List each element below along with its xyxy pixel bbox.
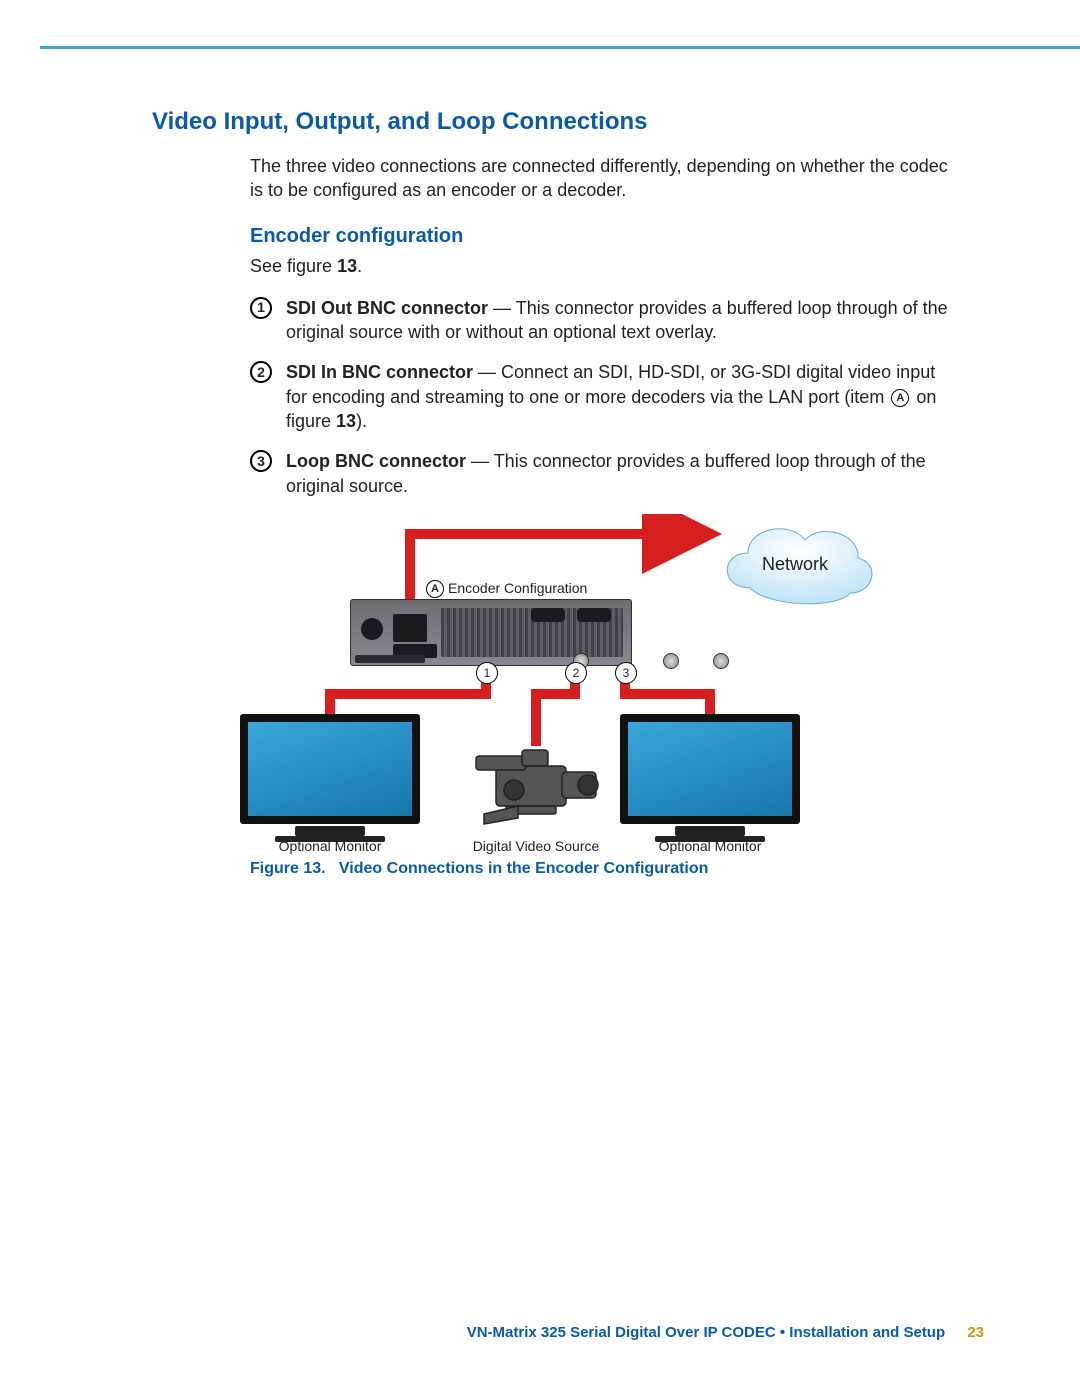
numbered-item-list: 1 SDI Out BNC connector — This connector… bbox=[250, 296, 952, 498]
monitor-left-label: Optional Monitor bbox=[240, 838, 420, 854]
inline-figure-ref: 13 bbox=[336, 411, 356, 431]
content-area: Video Input, Output, and Loop Connection… bbox=[152, 108, 952, 878]
figure-number: Figure 13. bbox=[250, 860, 326, 877]
figure-title: Video Connections in the Encoder Configu… bbox=[339, 860, 709, 877]
serial-port-icon bbox=[577, 608, 611, 622]
footer-text: VN-Matrix 325 Serial Digital Over IP COD… bbox=[467, 1324, 945, 1341]
encoder-config-label: Encoder Configuration bbox=[448, 580, 587, 596]
item-number-icon: 2 bbox=[250, 361, 272, 383]
inline-ref-letter-icon: A bbox=[891, 389, 909, 407]
item-1: 1 SDI Out BNC connector — This connector… bbox=[250, 296, 952, 345]
see-prefix: See figure bbox=[250, 256, 337, 276]
subsection-heading: Encoder configuration bbox=[250, 225, 952, 248]
page-number: 23 bbox=[967, 1324, 984, 1341]
see-suffix: . bbox=[357, 256, 362, 276]
encoder-letter-icon: A bbox=[426, 580, 444, 598]
bnc-connector-icon bbox=[663, 653, 679, 669]
item-2: 2 SDI In BNC connector — Connect an SDI,… bbox=[250, 360, 952, 433]
item-title: Loop BNC connector bbox=[286, 451, 466, 471]
item-title: SDI In BNC connector bbox=[286, 362, 473, 382]
item-text-c: ). bbox=[356, 411, 367, 431]
page: Video Input, Output, and Loop Connection… bbox=[0, 0, 1080, 1397]
item-dash: — bbox=[488, 298, 516, 318]
see-figure-line: See figure 13. bbox=[250, 254, 952, 278]
encoder-config-annotation: AEncoder Configuration bbox=[424, 580, 587, 598]
item-number-icon: 3 bbox=[250, 450, 272, 472]
figure-caption: Figure 13. Video Connections in the Enco… bbox=[250, 860, 952, 878]
item-3: 3 Loop BNC connector — This connector pr… bbox=[250, 449, 952, 498]
camera-icon bbox=[466, 746, 606, 830]
figure-wrapper: Network AEncoder Configuration bbox=[250, 514, 952, 878]
sfp-slot-icon bbox=[393, 644, 437, 658]
figure-13: Network AEncoder Configuration bbox=[250, 514, 870, 854]
monitor-right-label: Optional Monitor bbox=[620, 838, 800, 854]
item-number-icon: 1 bbox=[250, 297, 272, 319]
cloud-label: Network bbox=[710, 554, 880, 575]
callout-1-icon: 1 bbox=[476, 662, 498, 684]
callout-3-icon: 3 bbox=[615, 662, 637, 684]
monitor-left-icon bbox=[240, 714, 420, 842]
lan-port-icon bbox=[393, 614, 427, 642]
monitor-right-icon bbox=[620, 714, 800, 842]
power-port-icon bbox=[361, 618, 383, 640]
intro-paragraph: The three video connections are connecte… bbox=[250, 154, 952, 203]
network-cloud-icon: Network bbox=[710, 508, 880, 618]
page-footer: VN-Matrix 325 Serial Digital Over IP COD… bbox=[0, 1324, 984, 1341]
camera-label: Digital Video Source bbox=[446, 838, 626, 854]
item-dash: — bbox=[473, 362, 501, 382]
header-rule bbox=[40, 46, 1080, 49]
callout-2-icon: 2 bbox=[565, 662, 587, 684]
serial-port-icon bbox=[531, 608, 565, 622]
bnc-connector-icon bbox=[713, 653, 729, 669]
see-figure-number: 13 bbox=[337, 256, 357, 276]
codec-device-icon bbox=[350, 599, 632, 666]
item-dash: — bbox=[466, 451, 494, 471]
section-heading: Video Input, Output, and Loop Connection… bbox=[152, 108, 952, 136]
item-title: SDI Out BNC connector bbox=[286, 298, 488, 318]
